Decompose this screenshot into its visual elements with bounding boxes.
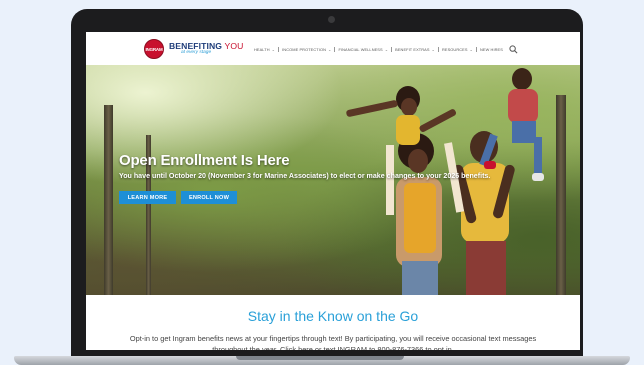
chevron-down-icon: ⌄ xyxy=(327,47,332,52)
learn-more-button[interactable]: LEARN MORE xyxy=(119,191,176,204)
ingram-badge-icon: INGRAM xyxy=(144,39,164,59)
nav-item-income-protection[interactable]: INCOME PROTECTION ⌄ xyxy=(282,47,331,52)
main-nav: HEALTH ⌄ INCOME PROTECTION ⌄ FINANCIAL WEL… xyxy=(254,45,518,54)
chevron-down-icon: ⌄ xyxy=(384,47,389,52)
site-logo[interactable]: INGRAM BENEFITING YOU at every stage xyxy=(144,39,243,59)
family-photo xyxy=(346,68,544,295)
nav-item-resources[interactable]: RESOURCES ⌄ xyxy=(442,47,473,52)
logo-tagline: at every stage xyxy=(181,50,212,56)
section-body: Opt-in to get Ingram benefits news at yo… xyxy=(129,334,537,350)
hero-subtitle: You have until October 20 (November 3 fo… xyxy=(119,172,491,180)
text-optin-section: Stay in the Know on the Go Opt-in to get… xyxy=(86,295,580,350)
nav-divider xyxy=(278,47,280,52)
nav-divider xyxy=(334,47,336,52)
hero-title: Open Enrollment Is Here xyxy=(119,152,290,169)
nav-divider xyxy=(476,47,477,52)
nav-item-financial-wellness[interactable]: FINANCIAL WELLNESS ⌄ xyxy=(338,47,388,52)
nav-item-benefit-extras[interactable]: BENEFIT EXTRAS ⌄ xyxy=(395,47,435,52)
site-header: INGRAM BENEFITING YOU at every stage HEA… xyxy=(86,32,580,66)
section-title: Stay in the Know on the Go xyxy=(247,308,419,324)
browser-screen: INGRAM BENEFITING YOU at every stage HEA… xyxy=(86,32,580,350)
webcam xyxy=(328,16,335,23)
nav-item-new-hires[interactable]: NEW HIRES xyxy=(480,47,503,52)
hero-banner: Open Enrollment Is Here You have until O… xyxy=(86,65,580,295)
nav-item-health[interactable]: HEALTH ⌄ xyxy=(254,47,275,52)
laptop-notch xyxy=(236,356,404,360)
chevron-down-icon: ⌄ xyxy=(271,47,276,52)
enroll-now-button[interactable]: ENROLL NOW xyxy=(181,191,237,204)
nav-divider xyxy=(391,47,393,52)
search-icon[interactable] xyxy=(509,45,518,54)
tree-trunk xyxy=(104,105,113,295)
chevron-down-icon: ⌄ xyxy=(431,47,435,52)
chevron-down-icon: ⌄ xyxy=(469,47,473,52)
nav-divider xyxy=(438,47,439,52)
logo-you-text: YOU xyxy=(224,40,244,51)
